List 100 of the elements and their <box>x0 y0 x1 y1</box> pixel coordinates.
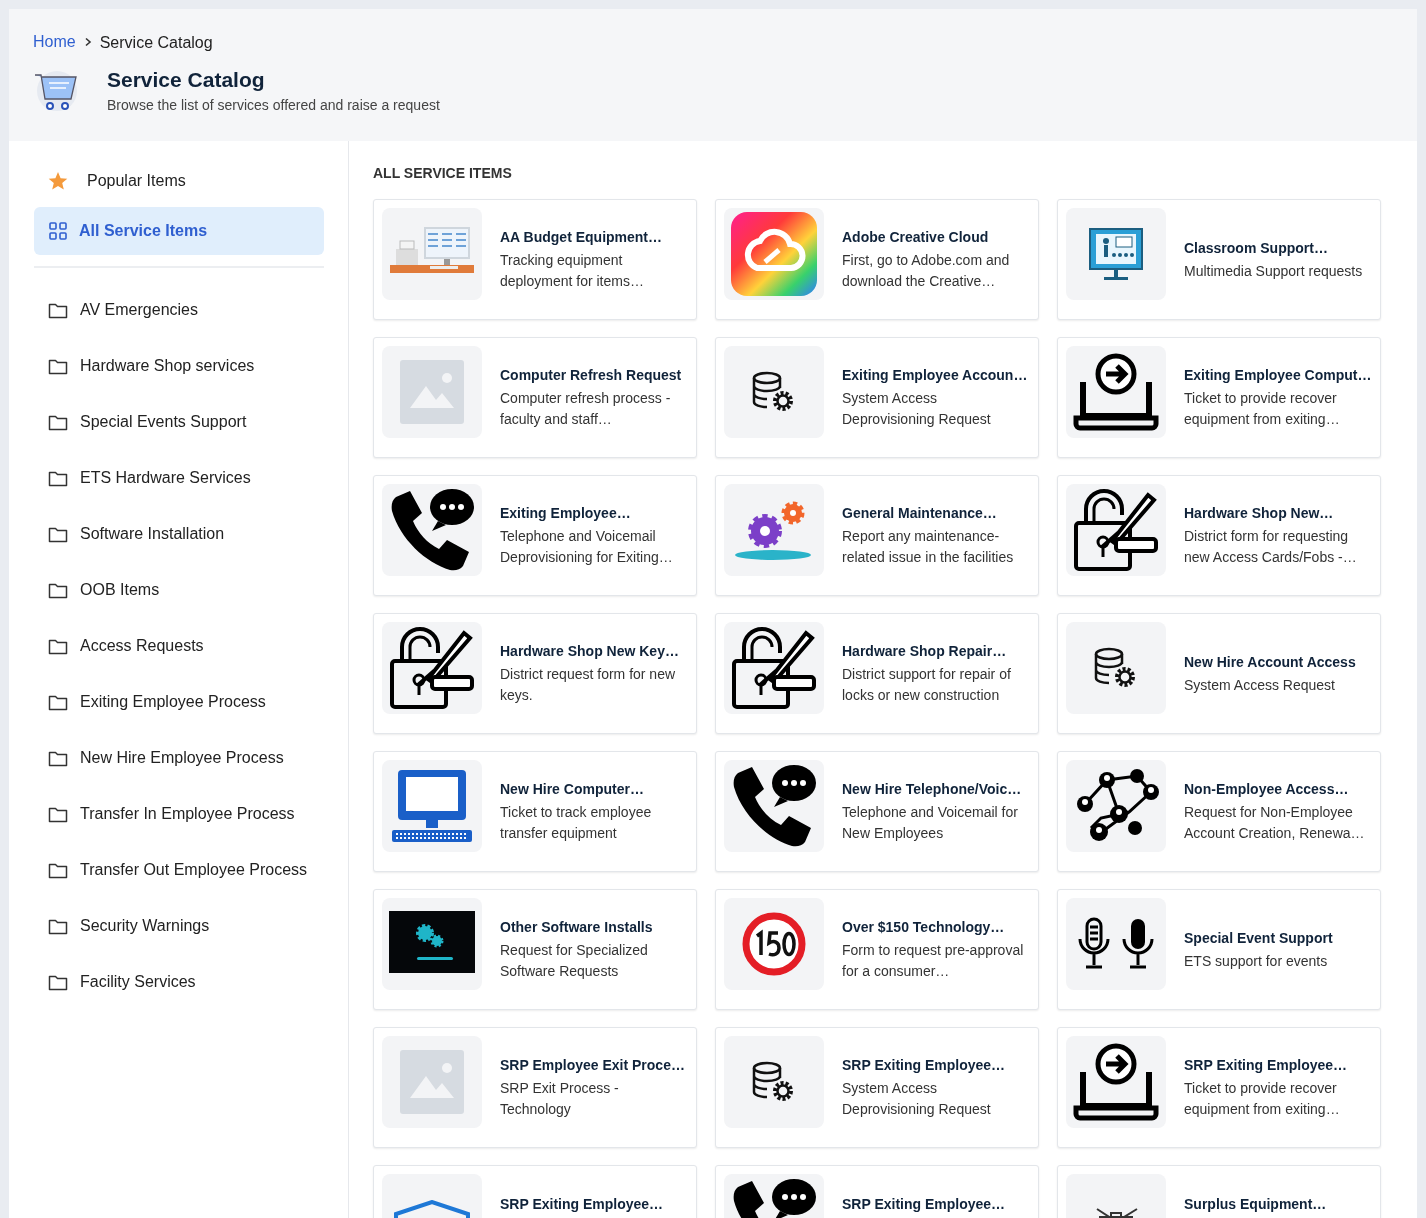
image-placeholder-icon <box>400 360 464 424</box>
card-description: Request for Specialized Software Requests <box>500 941 649 981</box>
speed-limit-sign-icon <box>742 912 806 976</box>
folder-icon <box>48 357 68 375</box>
card-description: District support for repair of locks or new construction <box>842 665 1012 705</box>
card-title: Over $150 Technology… <box>842 919 1006 935</box>
category-item[interactable]: Access Requests <box>25 618 324 674</box>
card-title: Exiting Employee Accoun… <box>842 367 1029 383</box>
card-title: New Hire Account Access <box>1184 653 1356 670</box>
card-description: Ticket to provide recover equipment from exiting… <box>1184 1079 1341 1119</box>
folder-icon <box>48 749 68 767</box>
card-title: Exiting Employee… <box>500 505 632 521</box>
folder-icon <box>48 637 68 655</box>
card-title: Other Software Installs <box>500 919 654 935</box>
folder-icon <box>48 861 68 879</box>
service-card[interactable]: Exiting Employee… Telephone and Voicemail Deprovisioning for Exiting… <box>373 475 697 596</box>
card-title: AA Budget Equipment… <box>500 229 664 245</box>
card-title: SRP Exiting Employee… <box>500 1196 664 1212</box>
category-item[interactable]: Facility Services <box>25 954 324 1010</box>
card-description: Request for Non-Employee Account Creation, Renewa… <box>1184 803 1366 843</box>
category-item[interactable]: Hardware Shop services <box>25 338 324 394</box>
service-card[interactable]: SRP Exiting Employee… <box>715 1165 1039 1218</box>
service-card[interactable]: New Hire Account Access System Access Request <box>1057 613 1381 734</box>
service-card[interactable]: Surplus Equipment… <box>1057 1165 1381 1218</box>
category-item[interactable]: AV Emergencies <box>25 282 324 338</box>
service-card[interactable]: New Hire Telephone/Voic… Telephone and Voicemail for New Employees <box>715 751 1039 872</box>
lock-screwdriver-icon <box>730 625 818 711</box>
image-placeholder-icon <box>400 1050 464 1114</box>
card-title: SRP Exiting Employee… <box>842 1196 1006 1212</box>
card-title: General Maintenance… <box>842 505 998 521</box>
service-card[interactable]: SRP Exiting Employee… System Access Deprovisioning Request <box>715 1027 1039 1148</box>
category-item[interactable]: OOB Items <box>25 562 324 618</box>
service-card[interactable]: Hardware Shop New Key… District request form for new keys. <box>373 613 697 734</box>
card-title: SRP Exiting Employee… <box>842 1057 1007 1073</box>
card-title: Computer Refresh Request <box>500 367 683 383</box>
card-description: Computer refresh process - faculty and staff… <box>500 389 672 429</box>
card-title: Non-Employee Access… <box>1184 781 1350 797</box>
sidebar-item[interactable]: All Service Items <box>34 207 324 255</box>
service-card[interactable]: SRP Exiting Employee… <box>373 1165 697 1218</box>
category-item[interactable]: Software Installation <box>25 506 324 562</box>
card-title: Surplus Equipment… <box>1184 1196 1327 1212</box>
card-title: Hardware Shop Repair… <box>842 643 1008 659</box>
card-title: New Hire Computer… <box>500 781 645 797</box>
service-card[interactable]: General Maintenance… Report any maintenance-related issue in the facilities <box>715 475 1039 596</box>
card-title: SRP Employee Exit Proce… <box>500 1057 686 1073</box>
page-subtitle: Browse the list of services offered and raise a request <box>107 97 440 113</box>
service-card[interactable]: Other Software Installs Request for Specialized Software Requests <box>373 889 697 1010</box>
card-description: System Access Request <box>1184 675 1336 695</box>
service-card[interactable]: Non-Employee Access… Request for Non-Employee Account Creation, Renewa… <box>1057 751 1381 872</box>
breadcrumb-link[interactable]: Home <box>33 32 76 51</box>
star-icon <box>48 171 68 191</box>
category-item[interactable]: New Hire Employee Process <box>25 730 324 786</box>
service-card[interactable]: Classroom Support… Multimedia Support requests <box>1057 199 1381 320</box>
folder-icon <box>48 973 68 991</box>
card-description: First, go to Adobe.com and download the Creative… <box>842 251 1011 291</box>
card-title: Adobe Creative Cloud <box>842 229 990 245</box>
service-card[interactable]: Hardware Shop Repair… District support for repair of locks or new construction <box>715 613 1039 734</box>
category-item[interactable]: ETS Hardware Services <box>25 450 324 506</box>
card-description: Form to request pre-approval for a consumer… <box>842 941 1025 981</box>
service-card[interactable]: Exiting Employee Accoun… System Access Deprovisioning Request <box>715 337 1039 458</box>
lock-screwdriver-icon <box>388 625 476 711</box>
card-title: Special Event Support <box>1184 929 1333 946</box>
category-item[interactable]: Transfer In Employee Process <box>25 786 324 842</box>
page-title: Service Catalog <box>107 68 266 92</box>
folder-icon <box>48 469 68 487</box>
service-card[interactable]: Exiting Employee Comput… Ticket to provide recover equipment from exiting… <box>1057 337 1381 458</box>
classroom-screen-icon <box>1086 225 1146 283</box>
laptop-arrow-icon <box>1073 352 1159 432</box>
service-card[interactable]: SRP Exiting Employee… Ticket to provide recover equipment from exiting… <box>1057 1027 1381 1148</box>
card-description: Tracking equipment deployment for items… <box>500 251 645 291</box>
chevron-icon <box>83 36 92 47</box>
card-description: System Access Deprovisioning Request <box>842 389 992 429</box>
folder-icon <box>48 581 68 599</box>
card-description: SRP Exit Process - Technology <box>500 1079 620 1119</box>
category-item[interactable]: Security Warnings <box>25 898 324 954</box>
service-card[interactable]: Computer Refresh Request Computer refresh process - faculty and staff… <box>373 337 697 458</box>
laptop-arrow-icon <box>1073 1042 1159 1122</box>
service-card[interactable]: Over $150 Technology… Form to request pre-approval for a consumer… <box>715 889 1039 1010</box>
breadcrumb-current: Service Catalog <box>99 34 213 52</box>
category-item[interactable]: Transfer Out Employee Process <box>25 842 324 898</box>
app-logo-icon <box>731 212 817 296</box>
service-card[interactable]: SRP Employee Exit Proce… SRP Exit Process - Technology <box>373 1027 697 1148</box>
card-title: Hardware Shop New… <box>1184 505 1335 521</box>
folder-icon <box>48 525 68 543</box>
folder-icon <box>48 693 68 711</box>
folder-icon <box>48 917 68 935</box>
category-item[interactable]: Special Events Support <box>25 394 324 450</box>
folder-icon <box>48 805 68 823</box>
folder-icon <box>48 413 68 431</box>
service-card[interactable]: New Hire Computer… Ticket to track employee transfer equipment <box>373 751 697 872</box>
card-description: Telephone and Voicemail Deprovisioning for Exiting… <box>500 527 674 567</box>
service-card[interactable]: AA Budget Equipment… Tracking equipment deployment for items… <box>373 199 697 320</box>
service-card[interactable]: Adobe Creative Cloud First, go to Adobe.com and download the Creative… <box>715 199 1039 320</box>
grid-icon <box>49 222 67 240</box>
category-item[interactable]: Exiting Employee Process <box>25 674 324 730</box>
card-description: Telephone and Voicemail for New Employees <box>842 803 1019 843</box>
service-card[interactable]: Hardware Shop New… District form for requesting new Access Cards/Fobs -… <box>1057 475 1381 596</box>
service-card[interactable]: Special Event Support ETS support for events <box>1057 889 1381 1010</box>
sidebar-item[interactable]: Popular Items <box>34 157 324 205</box>
card-description: District form for requesting new Access Cards/Fobs -… <box>1184 527 1358 567</box>
